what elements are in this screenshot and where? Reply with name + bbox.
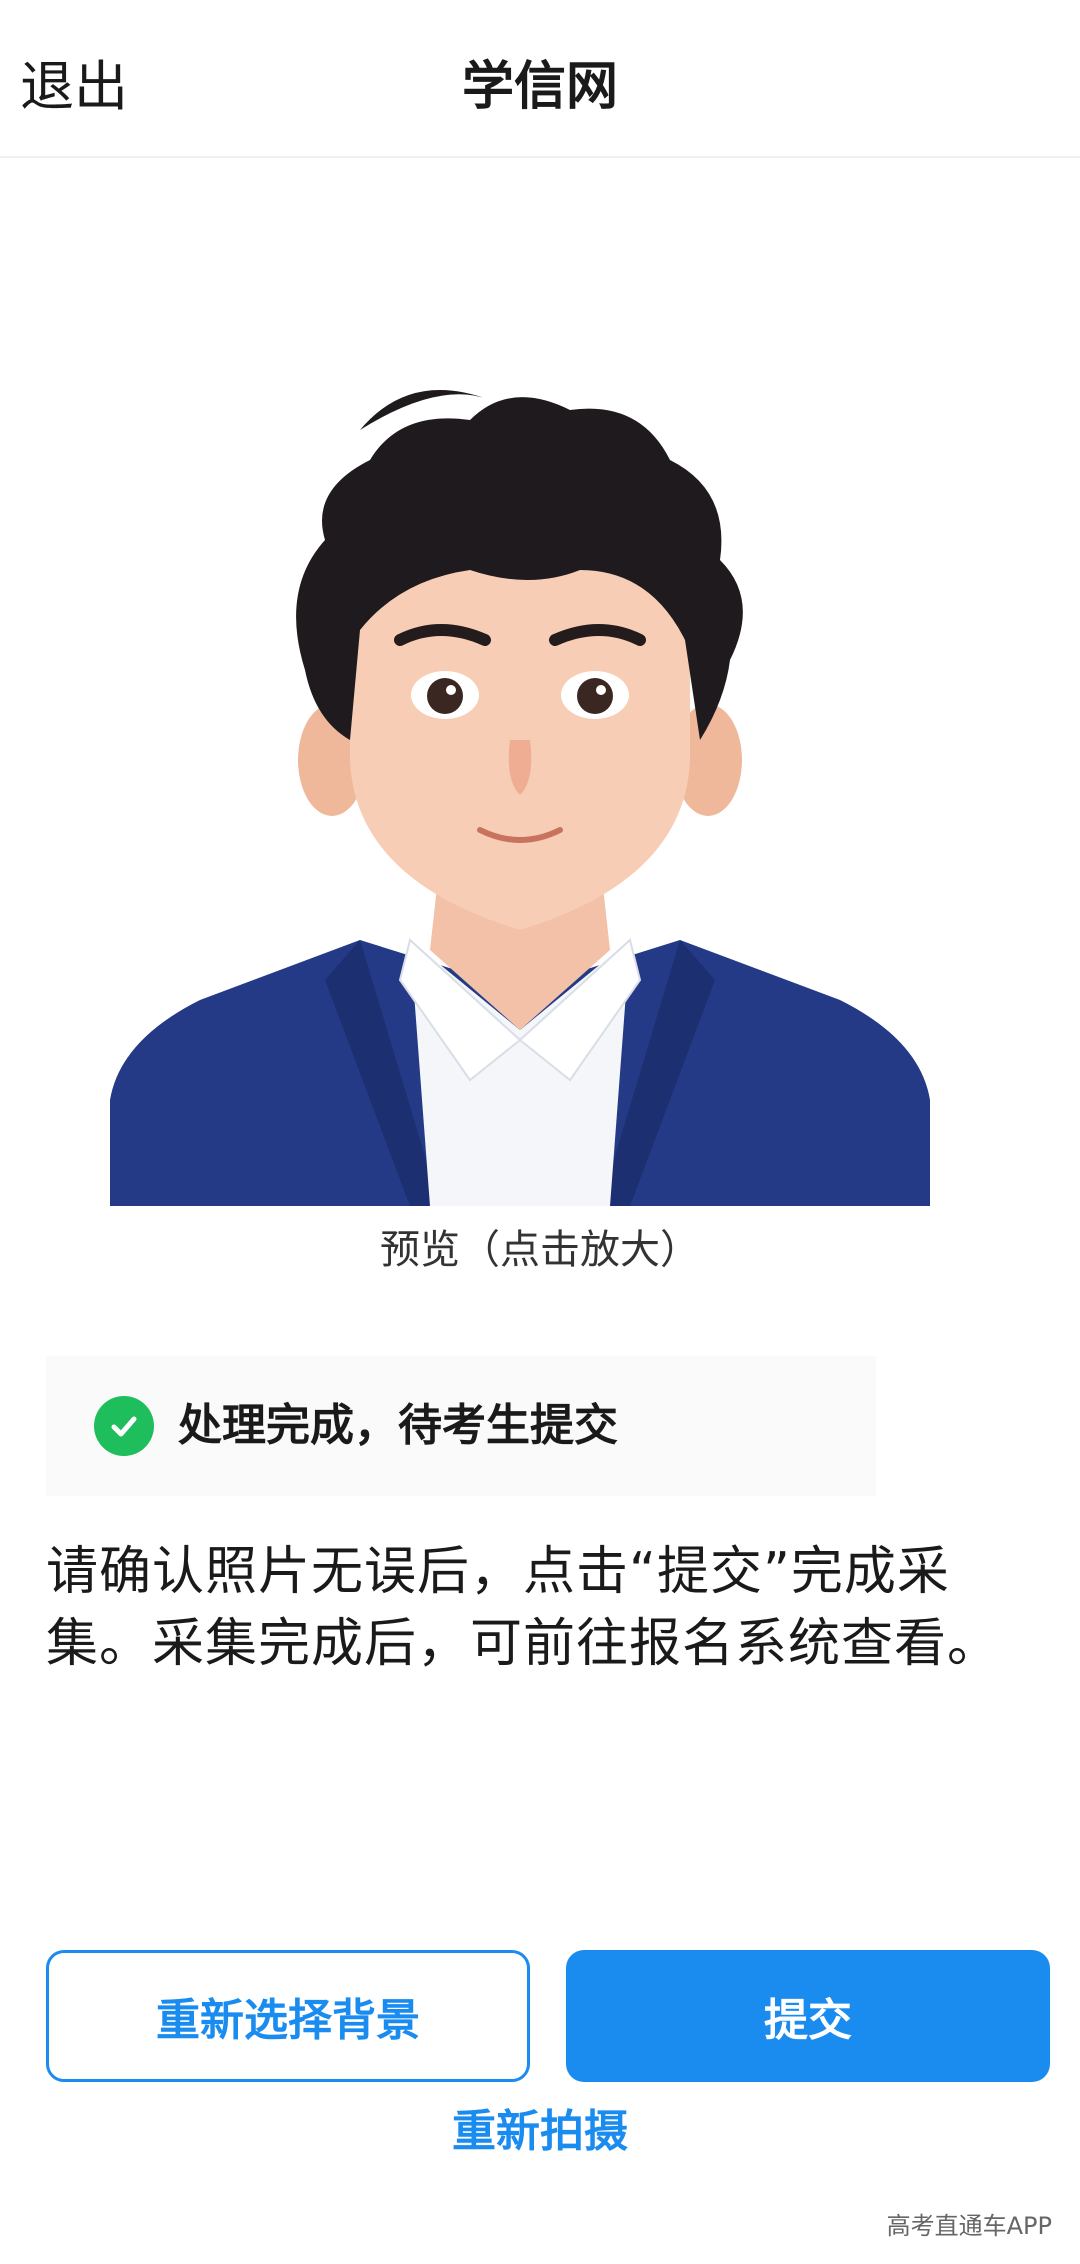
status-banner: 处理完成，待考生提交 <box>46 1356 876 1496</box>
status-text: 处理完成，待考生提交 <box>178 1400 618 1451</box>
preview-caption: 预览（点击放大） <box>380 1227 700 1273</box>
reselect-background-button[interactable]: 重新选择背景 <box>46 1950 530 2082</box>
top-bar: 退出 学信网 <box>0 0 1080 158</box>
retake-photo-link[interactable]: 重新拍摄 <box>0 2100 1080 2164</box>
watermark: 高考直通车APP <box>886 2212 1052 2240</box>
check-circle-icon <box>94 1396 154 1456</box>
instruction-text: 请确认照片无误后，点击“提交”完成采集。采集完成后，可前往报名系统查看。 <box>46 1542 1001 1674</box>
id-photo-image <box>110 390 930 1206</box>
page-title: 学信网 <box>461 57 618 117</box>
submit-button[interactable]: 提交 <box>566 1950 1050 2082</box>
photo-preview[interactable] <box>110 340 930 1206</box>
